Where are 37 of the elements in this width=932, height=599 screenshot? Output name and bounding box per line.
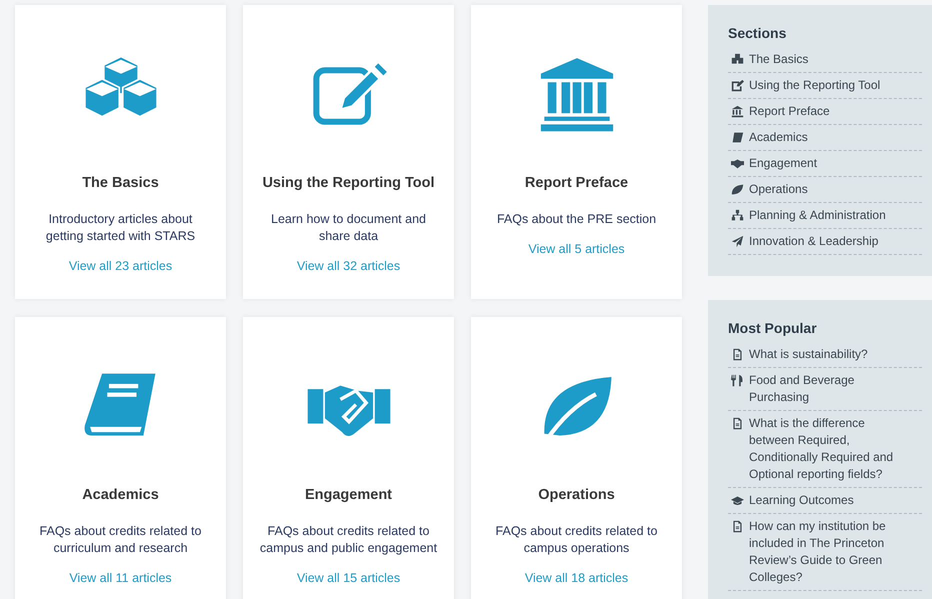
- sitemap-icon: [731, 209, 744, 222]
- building-icon: [731, 105, 744, 118]
- sidebar-link[interactable]: How can my institution be included in The Princeton Review’s Guide to Green Colleges?: [749, 518, 899, 586]
- edit-icon: [731, 79, 744, 92]
- card-description: FAQs about the PRE section: [496, 211, 656, 228]
- leaf-icon: [731, 183, 744, 196]
- card-description: Introductory articles about getting started with STARS: [44, 211, 196, 245]
- card-title: Operations: [538, 487, 615, 503]
- paper-plane-icon: [731, 235, 744, 248]
- sidebar-link[interactable]: What is sustainability?: [749, 346, 868, 363]
- sidebar-link[interactable]: What is the difference between Required, Conditionally Required and Optional reporting fields?: [749, 415, 899, 483]
- sidebar-link[interactable]: Learning Outcomes: [749, 492, 854, 509]
- panel-title: Most Popular: [728, 320, 818, 336]
- document-icon: [731, 520, 744, 533]
- card-description: FAQs about credits related to curriculum and research: [38, 523, 202, 557]
- sidebar-link[interactable]: Food and Beverage Purchasing: [749, 372, 899, 406]
- card-title: Using the Reporting Tool: [262, 175, 435, 191]
- sidebar-link[interactable]: Report Preface: [749, 103, 830, 120]
- card-description: Learn how to document and share data: [270, 211, 427, 245]
- document-icon: [731, 417, 744, 430]
- sidebar-link[interactable]: The Basics: [749, 51, 808, 68]
- card-title: The Basics: [82, 175, 159, 191]
- card-description: FAQs about credits related to campus operations: [494, 523, 658, 557]
- sidebar-link[interactable]: Planning & Administration: [749, 207, 886, 224]
- card-title: Engagement: [304, 487, 392, 503]
- sidebar-link[interactable]: Innovation & Leadership: [749, 233, 878, 250]
- cutlery-icon: [731, 374, 744, 387]
- card-title: Report Preface: [524, 175, 628, 191]
- card-description: FAQs about credits related to campus and public engagement: [258, 523, 438, 557]
- document-icon: [731, 348, 744, 361]
- sidebar-link[interactable]: Operations: [749, 181, 808, 198]
- card-title: Academics: [82, 487, 159, 503]
- sidebar-link[interactable]: Using the Reporting Tool: [749, 77, 880, 94]
- graduation-cap-icon: [731, 494, 744, 507]
- panel-title: Sections: [728, 25, 788, 41]
- sidebar-link[interactable]: Academics: [749, 129, 808, 146]
- sidebar-link[interactable]: Engagement: [749, 155, 818, 172]
